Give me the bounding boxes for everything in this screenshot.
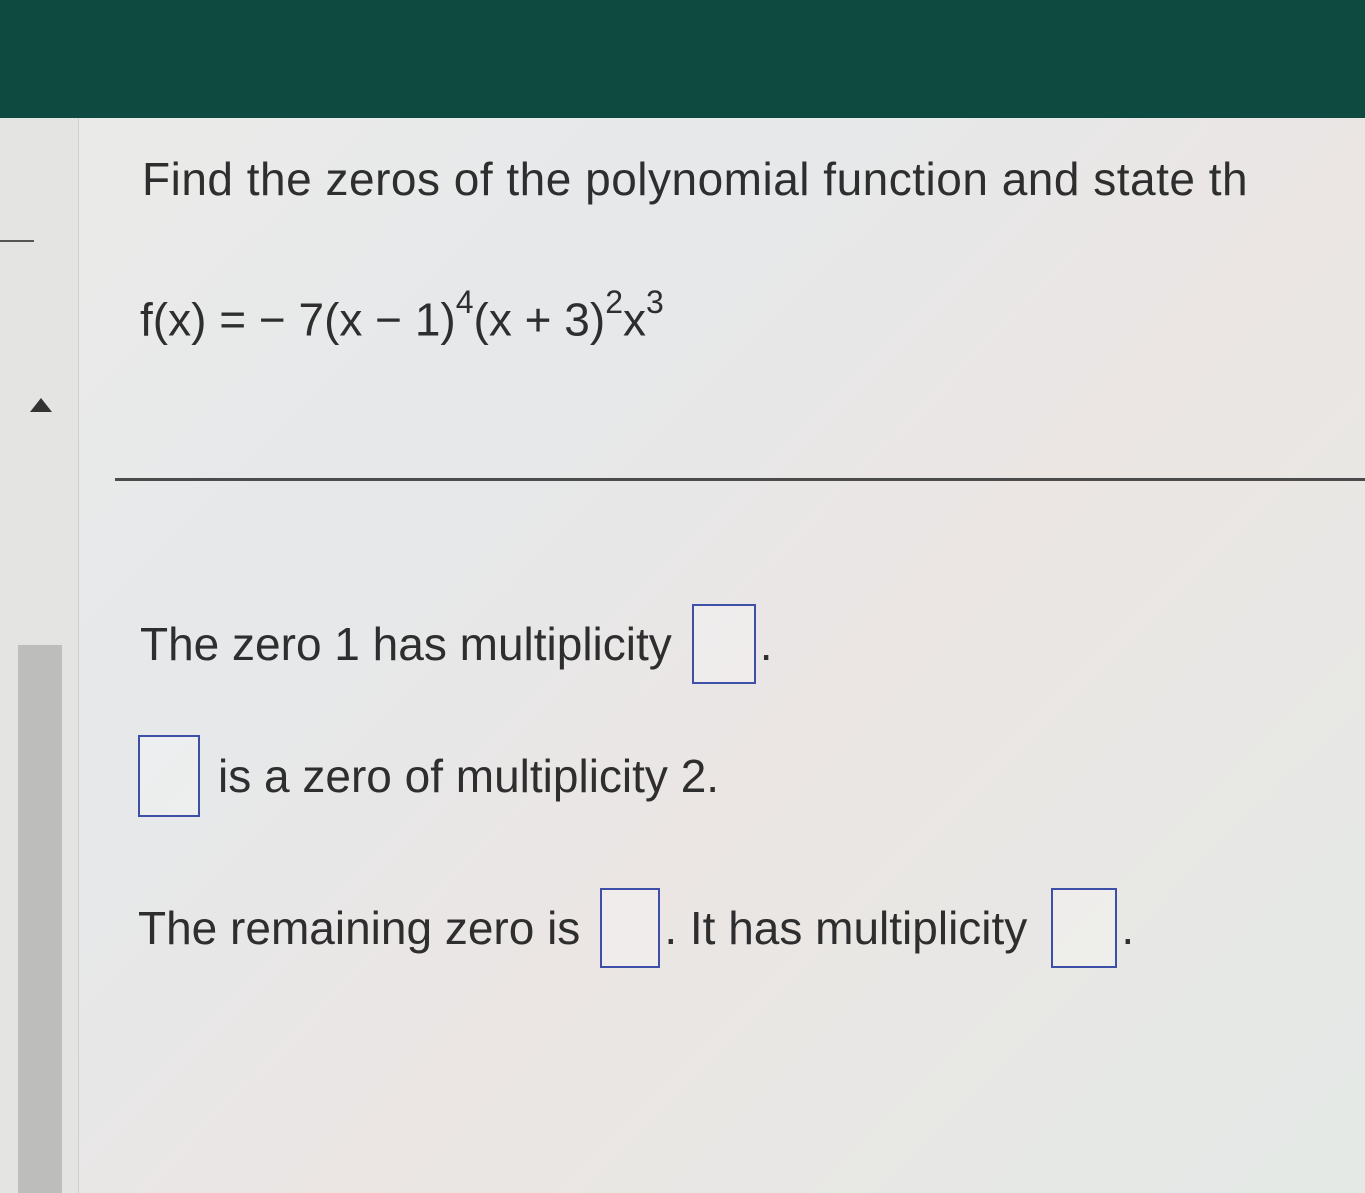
line3-text: The remaining zero is — [138, 902, 581, 954]
zero-multiplicity-2-input[interactable] — [138, 735, 200, 817]
equation-exponent-1: 4 — [455, 284, 474, 320]
equation-factor-1: (x − 1) — [324, 293, 456, 346]
line3-middle-text: . It has multiplicity — [664, 902, 1028, 954]
equation-lhs: f(x) = — [140, 293, 259, 346]
line1-period: . — [759, 618, 773, 670]
line2-text: is a zero of multiplicity 2. — [218, 750, 720, 802]
equation-factor-3: x — [622, 293, 646, 346]
collapse-arrow-icon[interactable] — [30, 398, 52, 412]
scrollbar[interactable] — [18, 645, 62, 1193]
page: Find the zeros of the polynomial functio… — [0, 0, 1365, 1193]
answer-line-1: The zero 1 has multiplicity . — [140, 604, 773, 684]
divider — [115, 478, 1365, 481]
remaining-multiplicity-input[interactable] — [1051, 888, 1118, 968]
line3-period: . — [1121, 902, 1135, 954]
header-bar — [0, 0, 1365, 118]
equation-factor-2: (x + 3) — [473, 293, 606, 346]
equation-coefficient: − 7 — [258, 293, 325, 346]
equation-exponent-3: 3 — [645, 284, 664, 320]
question-prompt: Find the zeros of the polynomial functio… — [142, 153, 1249, 205]
line1-text: The zero 1 has multiplicity — [140, 618, 672, 670]
multiplicity-of-1-input[interactable] — [691, 604, 756, 684]
answer-line-3: The remaining zero is . It has multiplic… — [138, 888, 1134, 968]
remaining-zero-input[interactable] — [600, 888, 661, 968]
equation-exponent-2: 2 — [605, 284, 623, 320]
answer-line-2: is a zero of multiplicity 2. — [138, 735, 719, 817]
rail-marker — [0, 240, 34, 242]
polynomial-equation: f(x) = − 7(x − 1)4(x + 3)2x3 — [140, 284, 664, 346]
